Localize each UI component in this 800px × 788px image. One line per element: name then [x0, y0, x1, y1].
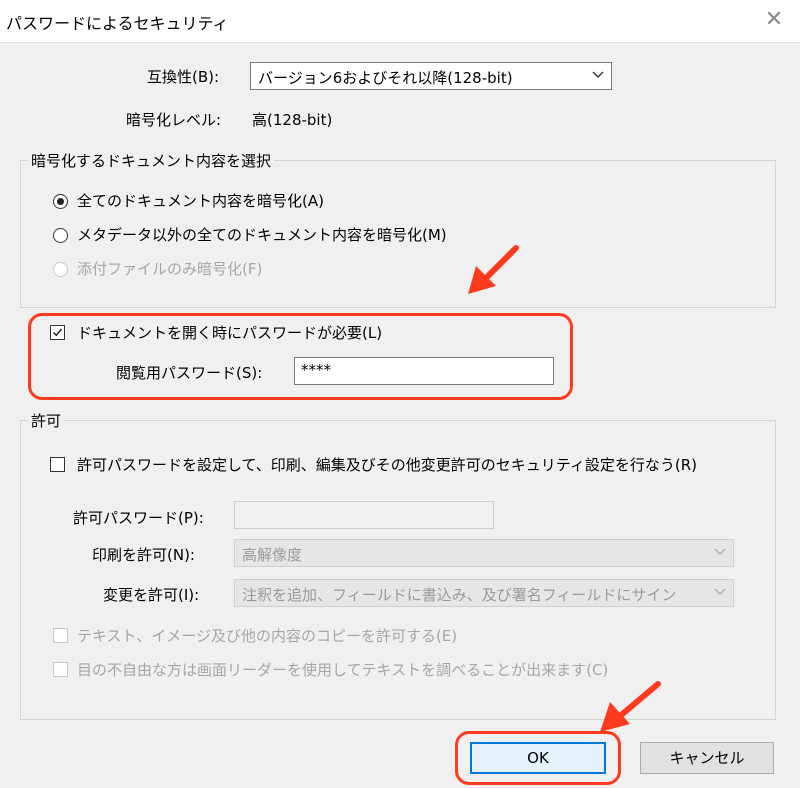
radio-encrypt-except-metadata-label[interactable]: メタデータ以外の全てのドキュメント内容を暗号化(M): [77, 224, 447, 245]
annotation-arrow-icon: [600, 681, 661, 732]
compat-select[interactable]: バージョン6およびそれ以降(128-bit): [250, 62, 612, 90]
permission-password-label: 許可パスワード(P):: [73, 509, 204, 527]
encryption-level-value: 高(128-bit): [252, 111, 333, 129]
permission-password-checkbox-label[interactable]: 許可パスワードを設定して、印刷、編集及びその他変更許可のセキュリティ設定を行なう…: [77, 454, 697, 475]
window-title: パスワードによるセキュリティ: [6, 14, 229, 33]
permission-password-checkbox[interactable]: [50, 457, 65, 472]
compat-select-value: バージョン6およびそれ以降(128-bit): [258, 69, 513, 87]
radio-encrypt-all[interactable]: [53, 194, 68, 209]
change-permission-select: 注釈を追加、フィールドに書込み、及び署名フィールドにサイン: [234, 579, 734, 607]
radio-encrypt-all-label[interactable]: 全てのドキュメント内容を暗号化(A): [77, 190, 324, 211]
chevron-down-icon: [714, 588, 726, 595]
print-permission-value: 高解像度: [242, 546, 303, 564]
chevron-down-icon: [714, 548, 726, 555]
compat-label: 互換性(B):: [147, 68, 220, 86]
cancel-button[interactable]: キャンセル: [640, 742, 774, 774]
close-icon[interactable]: ✕: [758, 4, 790, 36]
encrypt-group-title: 暗号化するドキュメント内容を選択: [28, 150, 275, 171]
screen-reader-checkbox: [53, 662, 68, 677]
annotation-arrow-icon: [468, 245, 519, 294]
screen-reader-label: 目の不自由な方は画面リーダーを使用してテキストを調べることが出来ます(C): [77, 661, 609, 679]
chevron-down-icon: [592, 71, 604, 78]
permission-password-field: [234, 501, 494, 529]
cancel-button-label: キャンセル: [669, 749, 745, 767]
permissions-group-title: 許可: [28, 410, 65, 431]
change-permission-label: 変更を許可(I):: [103, 586, 200, 604]
radio-encrypt-except-metadata[interactable]: [53, 228, 68, 243]
encryption-level-label: 暗号化レベル:: [126, 111, 222, 129]
print-permission-label: 印刷を許可(N):: [92, 546, 195, 564]
annotation-highlight-password: [28, 313, 573, 400]
radio-encrypt-attachments: [53, 262, 68, 277]
change-permission-value: 注釈を追加、フィールドに書込み、及び署名フィールドにサイン: [242, 586, 677, 604]
radio-encrypt-attachments-label: 添付ファイルのみ暗号化(F): [77, 260, 263, 278]
allow-copy-checkbox: [53, 628, 68, 643]
allow-copy-label: テキスト、イメージ及び他の内容のコピーを許可する(E): [77, 627, 458, 645]
print-permission-select: 高解像度: [234, 539, 734, 567]
annotation-highlight-ok: [455, 731, 621, 785]
